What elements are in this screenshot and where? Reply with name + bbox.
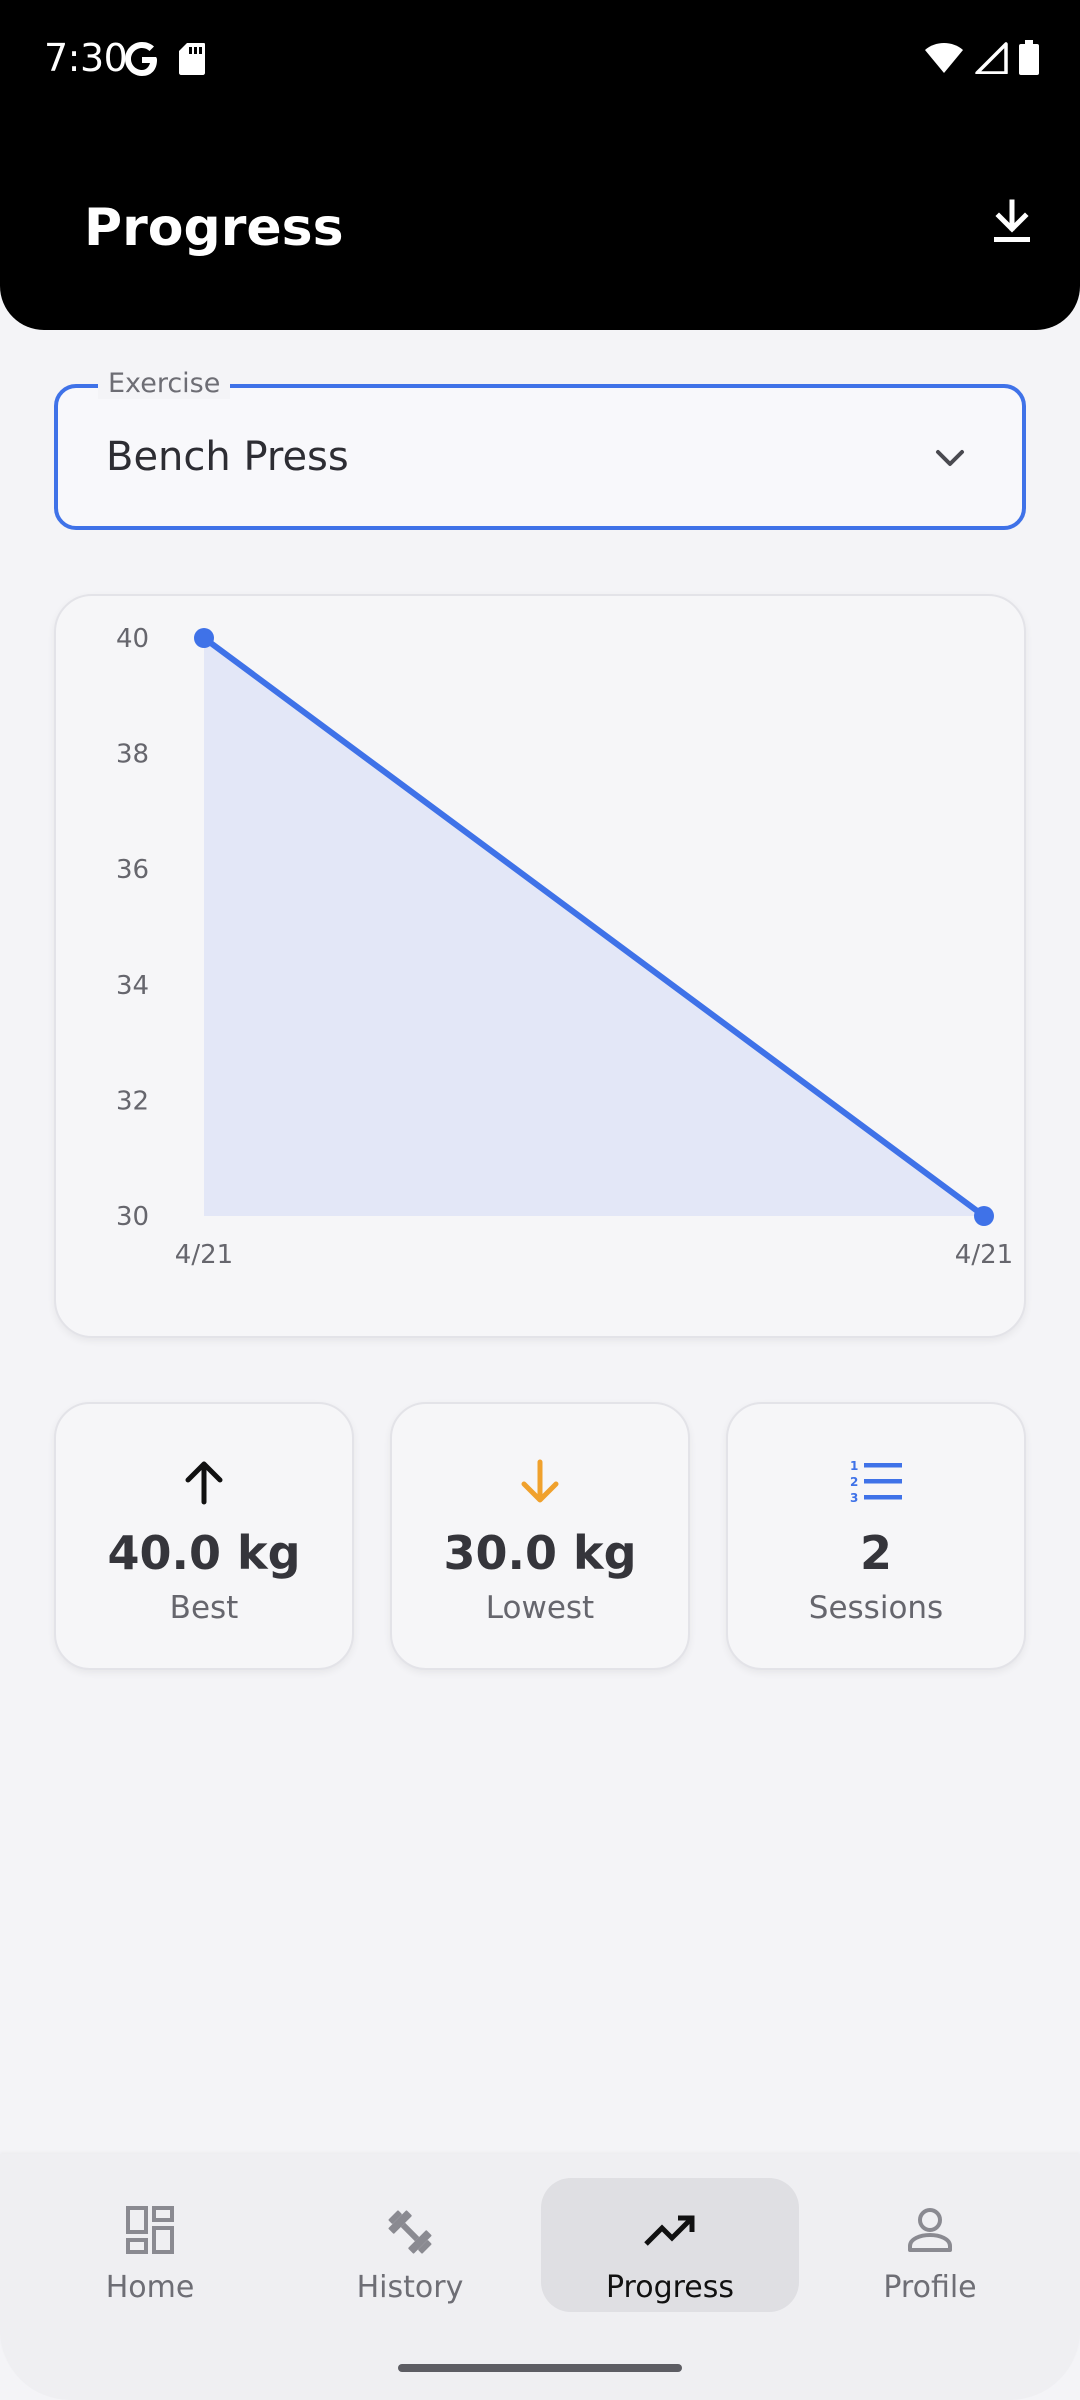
stat-value-sessions: 2 <box>859 1526 892 1580</box>
numbered-list-icon: 1 2 3 <box>848 1456 904 1508</box>
svg-text:1: 1 <box>850 1459 858 1473</box>
y-tick-label: 38 <box>116 740 149 770</box>
nav-label-history: History <box>356 2270 464 2305</box>
status-time: 7:30 <box>44 36 128 80</box>
y-tick-label: 34 <box>116 971 149 1001</box>
progress-chart: 30 32 34 36 38 40 4/21 4/21 <box>116 624 1013 1270</box>
stat-label-sessions: Sessions <box>808 1590 944 1626</box>
x-tick-label: 4/21 <box>175 1240 233 1270</box>
svg-text:2: 2 <box>850 1475 858 1489</box>
nav-item-history[interactable]: History <box>281 2178 539 2312</box>
svg-text:3: 3 <box>850 1491 858 1505</box>
stat-label-lowest: Lowest <box>485 1590 595 1626</box>
exercise-dropdown[interactable]: Exercise Bench Press <box>54 368 1026 530</box>
exercise-dropdown-label: Exercise <box>98 368 231 399</box>
data-point <box>974 1206 994 1226</box>
page-title: Progress <box>84 198 344 258</box>
stat-card-lowest: 30.0 kg Lowest <box>390 1402 690 1670</box>
person-icon <box>904 2204 956 2260</box>
y-tick-label: 30 <box>116 1202 149 1232</box>
nav-item-profile[interactable]: Profile <box>801 2178 1059 2312</box>
app-bar: Progress <box>0 120 1080 330</box>
y-tick-label: 36 <box>116 855 149 885</box>
nav-label-progress: Progress <box>605 2270 735 2305</box>
data-point <box>194 628 214 648</box>
sd-card-icon <box>178 42 206 81</box>
arrow-up-icon <box>178 1456 230 1508</box>
y-tick-label: 32 <box>116 1086 149 1116</box>
progress-chart-card: 30 32 34 36 38 40 4/21 4/21 <box>54 594 1026 1338</box>
status-bar: 7:30 <box>0 0 1080 120</box>
battery-icon <box>1018 40 1040 81</box>
home-indicator <box>398 2364 682 2372</box>
cell-signal-icon <box>974 42 1008 79</box>
nav-item-home[interactable]: Home <box>21 2178 279 2312</box>
nav-label-home: Home <box>105 2270 195 2305</box>
x-tick-label: 4/21 <box>955 1240 1013 1270</box>
google-icon <box>124 40 160 83</box>
nav-item-progress[interactable]: Progress <box>541 2178 799 2312</box>
dumbbell-icon <box>382 2204 438 2260</box>
chevron-down-icon <box>930 438 970 478</box>
dashboard-icon <box>124 2204 176 2260</box>
stat-label-best: Best <box>169 1590 239 1626</box>
exercise-dropdown-value: Bench Press <box>106 434 349 480</box>
y-tick-label: 40 <box>116 624 149 654</box>
stat-value-lowest: 30.0 kg <box>443 1526 637 1580</box>
trending-up-icon <box>642 2204 698 2260</box>
stat-card-sessions: 1 2 3 2 Sessions <box>726 1402 1026 1670</box>
stat-value-best: 40.0 kg <box>107 1526 301 1580</box>
stat-card-best: 40.0 kg Best <box>54 1402 354 1670</box>
arrow-down-icon <box>514 1456 566 1508</box>
download-button[interactable] <box>982 194 1042 254</box>
nav-label-profile: Profile <box>883 2270 977 2305</box>
wifi-icon <box>924 42 964 79</box>
download-icon <box>990 198 1034 251</box>
